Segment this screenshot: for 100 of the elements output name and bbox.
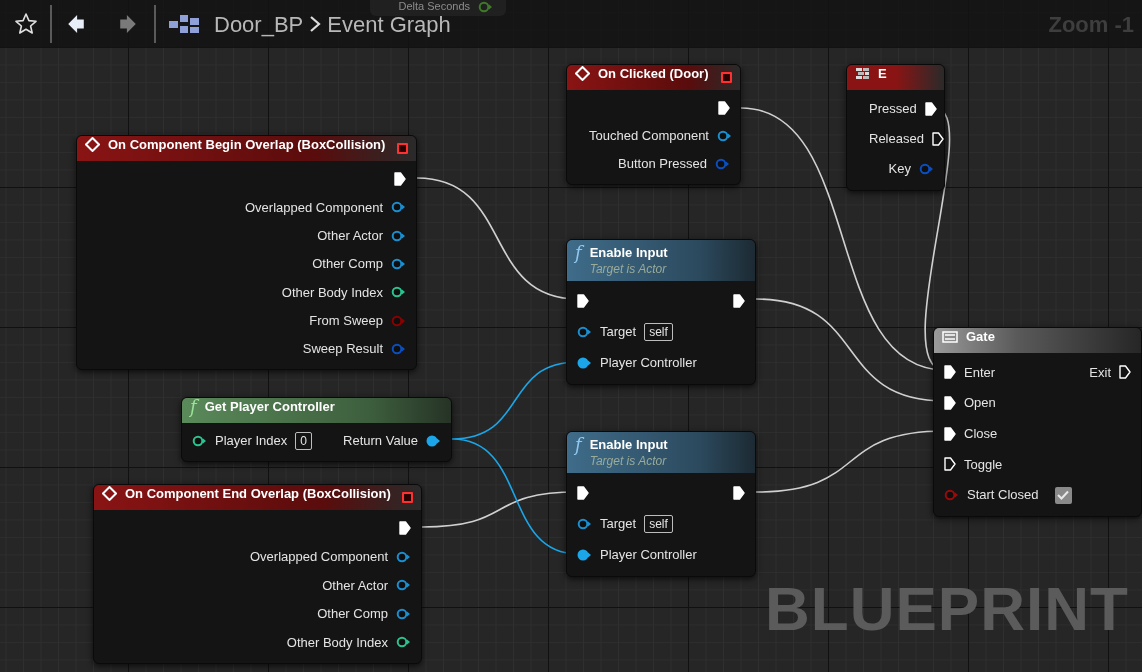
data-pin[interactable] (192, 435, 207, 447)
node-title: Gate (966, 328, 996, 345)
exec-pin[interactable] (931, 132, 944, 146)
pin-label: Delta Seconds (398, 0, 470, 13)
graph-node[interactable]: f Enable Input Target is Actor Target self Player Controller (566, 239, 756, 385)
checkbox[interactable] (1054, 486, 1072, 504)
node-subtitle: Target is Actor (589, 261, 668, 277)
graph-node[interactable]: f Get Player Controller Player Index 0 Return Value (181, 397, 452, 462)
pin-label: Other Comp (317, 605, 388, 623)
graph-node[interactable]: Gate Enter Exit Open Close Toggle Start Closed (933, 327, 1142, 518)
arrow-left-icon (66, 14, 86, 34)
pin-label: Exit (1089, 363, 1111, 382)
data-pin[interactable] (577, 517, 592, 530)
function-icon: f (190, 398, 197, 416)
pin-label: Target (600, 322, 637, 341)
diamond-icon (575, 66, 590, 81)
exec-pin[interactable] (944, 426, 956, 441)
exec-pin[interactable] (577, 293, 589, 308)
exec-pin[interactable] (718, 101, 730, 115)
node-subtitle: Target is Actor (589, 453, 668, 469)
pin-label: Other Body Index (281, 283, 383, 302)
data-pin[interactable] (396, 579, 411, 592)
pin-label: Overlapped Component (244, 198, 383, 217)
exec-pin[interactable] (924, 102, 937, 116)
graph-label: BLUEPRINT (765, 578, 1129, 640)
delegate-pin[interactable] (397, 143, 408, 154)
node-title: On Component End Overlap (BoxCollision) (125, 485, 392, 502)
node-title: Get Player Controller (204, 398, 336, 415)
node-title: Enable Input (589, 436, 669, 453)
star-icon (14, 12, 38, 36)
pin-label: Button Pressed (618, 155, 707, 174)
data-pin[interactable] (577, 548, 592, 561)
delegate-pin[interactable] (402, 492, 413, 503)
pin-label: Open (964, 394, 996, 413)
data-pin[interactable] (577, 356, 592, 369)
data-pin[interactable] (577, 325, 592, 338)
data-pin[interactable] (396, 607, 411, 620)
arrow-right-icon (118, 14, 138, 34)
data-pin[interactable] (391, 258, 406, 271)
pin-label: Other Actor (322, 576, 388, 595)
pin-label: Player Controller (600, 353, 697, 372)
graph-node[interactable]: E Pressed Released Key (846, 64, 945, 191)
pin-label: Return Value (343, 432, 418, 451)
exec-pin[interactable] (733, 485, 745, 500)
pin-label: Player Index (215, 432, 288, 451)
pin-label: Touched Component (589, 127, 709, 146)
data-pin (478, 1, 492, 13)
graph-node[interactable]: On Component Begin Overlap (BoxCollision) Overlapped Component Other Actor Other Comp Other Body Index From Sweep Sweep Result (76, 135, 417, 371)
exec-pin[interactable] (944, 365, 956, 380)
graph-node[interactable]: f Enable Input Target is Actor Target self Player Controller (566, 431, 756, 577)
pin-label: Pressed (869, 100, 917, 119)
exec-pin[interactable] (733, 293, 745, 308)
gate-icon (942, 330, 958, 343)
exec-pin[interactable] (399, 521, 411, 536)
exec-pin[interactable] (1119, 365, 1131, 380)
node-title: Enable Input (589, 244, 669, 261)
node-title: On Component Begin Overlap (BoxCollision) (108, 136, 387, 153)
pin-label: Close (964, 424, 998, 443)
pin-label: Other Actor (317, 227, 383, 245)
pin-label: Start Closed (967, 486, 1039, 505)
pin-label: Sweep Result (302, 340, 383, 359)
function-icon: f (575, 435, 582, 454)
pin-label: Released (869, 130, 924, 149)
exec-pin[interactable] (944, 396, 956, 411)
pin-label: Enter (964, 363, 996, 382)
pin-label: Other Comp (312, 255, 383, 274)
chevron-icon (309, 15, 322, 33)
graph-node[interactable]: On Clicked (Door) Touched Component Button Pressed (566, 64, 741, 185)
diamond-icon (102, 486, 117, 501)
exec-pin[interactable] (577, 485, 589, 500)
pin-label: Player Controller (600, 545, 697, 564)
default-value-field[interactable]: self (644, 514, 673, 533)
delegate-pin[interactable] (721, 72, 732, 83)
graph-icon (168, 13, 200, 35)
checkmark-icon (1057, 490, 1070, 501)
data-pin[interactable] (391, 201, 406, 214)
data-pin[interactable] (391, 229, 406, 242)
default-value-field[interactable]: self (644, 322, 673, 341)
breadcrumb-link[interactable]: Event Graph (327, 14, 451, 36)
exec-pin[interactable] (944, 457, 956, 472)
data-pin[interactable] (391, 286, 406, 299)
diamond-icon (85, 137, 100, 152)
node-title: On Clicked (Door) (598, 65, 710, 82)
pin-label: Target (600, 514, 637, 533)
node-title: E (878, 65, 888, 82)
default-value-field[interactable]: 0 (295, 432, 312, 450)
pin-label: Toggle (964, 455, 1003, 474)
exec-pin[interactable] (394, 172, 406, 187)
data-pin[interactable] (426, 435, 441, 447)
pin-label: Other Body Index (286, 633, 388, 652)
data-pin[interactable] (396, 550, 411, 563)
keyboard-icon (855, 66, 870, 81)
data-pin[interactable] (717, 130, 732, 142)
pin-label: Key (888, 160, 911, 179)
pin-label: From Sweep (309, 311, 383, 330)
graph-node[interactable]: On Component End Overlap (BoxCollision) Overlapped Component Other Actor Other Comp Other Body Index (93, 484, 422, 664)
pin-label: Overlapped Component (249, 548, 388, 566)
data-pin[interactable] (396, 636, 411, 649)
breadcrumb-link[interactable]: Door_BP (214, 14, 304, 36)
function-icon: f (575, 243, 582, 262)
